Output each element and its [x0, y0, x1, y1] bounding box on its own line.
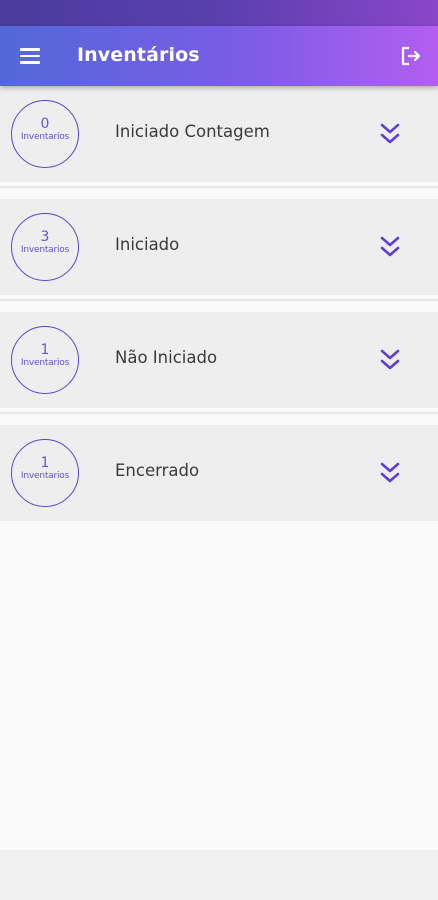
inventory-count: 3 — [40, 229, 50, 245]
menu-icon-line — [20, 54, 40, 58]
inventory-count-badge: 1 Inventarios — [11, 326, 79, 394]
expand-button[interactable] — [376, 459, 404, 487]
menu-icon-line — [20, 48, 40, 51]
logout-button[interactable] — [396, 42, 426, 70]
bottom-navigation-area — [0, 850, 438, 900]
inventory-count: 1 — [40, 342, 50, 358]
expand-button[interactable] — [376, 346, 404, 374]
inventory-count-badge: 3 Inventarios — [11, 213, 79, 281]
inventory-count-label: Inventarios — [20, 132, 70, 142]
inventory-count-badge: 1 Inventarios — [11, 439, 79, 507]
double-chevron-down-icon — [380, 236, 400, 257]
double-chevron-down-icon — [380, 349, 400, 370]
inventory-count-badge: 0 Inventarios — [11, 100, 79, 168]
inventory-count-label: Inventarios — [20, 245, 70, 255]
status-card-nao-iniciado[interactable]: 1 Inventarios Não Iniciado — [0, 312, 438, 408]
screen: Inventários 0 Inventarios Iniciado Conta… — [0, 0, 438, 900]
status-label: Encerrado — [115, 461, 200, 480]
status-card-iniciado[interactable]: 3 Inventarios Iniciado — [0, 199, 438, 295]
menu-icon-line — [20, 61, 40, 64]
status-bar — [0, 0, 438, 26]
status-card-iniciado-contagem[interactable]: 0 Inventarios Iniciado Contagem — [0, 86, 438, 182]
expand-button[interactable] — [376, 120, 404, 148]
status-label: Iniciado — [115, 235, 180, 254]
expand-button[interactable] — [376, 233, 404, 261]
inventory-count-label: Inventarios — [20, 358, 70, 368]
app-bar: Inventários — [0, 26, 438, 86]
double-chevron-down-icon — [380, 123, 400, 144]
inventory-count: 0 — [40, 116, 50, 132]
menu-button[interactable] — [14, 42, 46, 70]
inventory-count: 1 — [40, 455, 50, 471]
double-chevron-down-icon — [380, 462, 400, 483]
logout-icon — [401, 46, 421, 66]
status-card-encerrado[interactable]: 1 Inventarios Encerrado — [0, 425, 438, 521]
status-label: Iniciado Contagem — [115, 122, 270, 141]
inventory-count-label: Inventarios — [20, 471, 70, 481]
status-label: Não Iniciado — [115, 348, 218, 367]
divider — [0, 412, 438, 415]
divider — [0, 186, 438, 189]
divider — [0, 299, 438, 302]
page-title: Inventários — [77, 44, 200, 66]
